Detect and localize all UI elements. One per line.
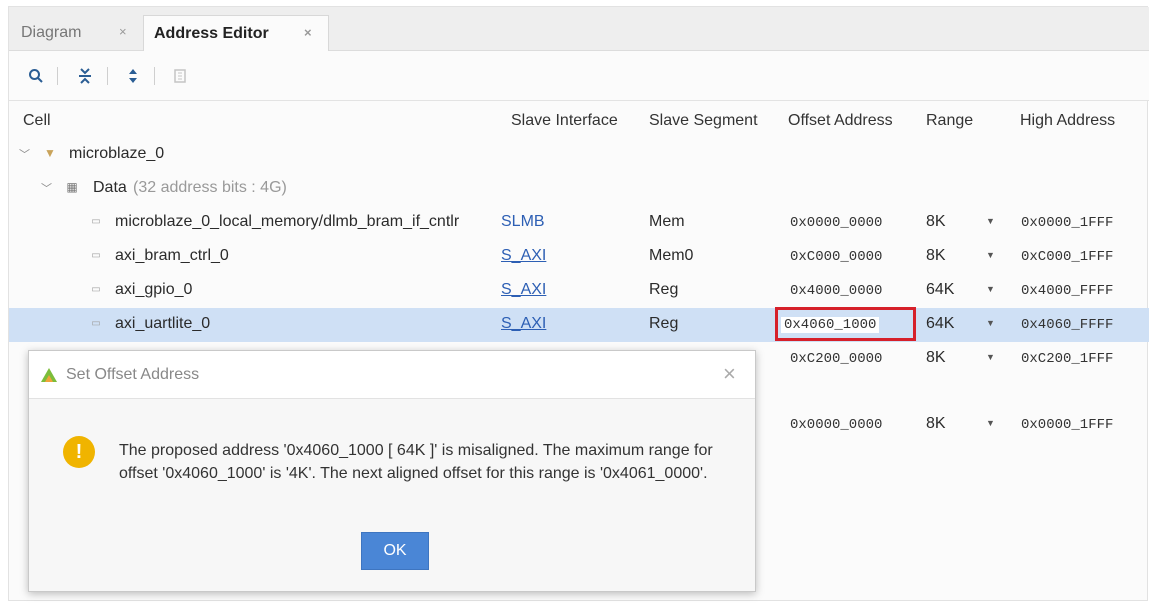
auto-assign-icon[interactable] bbox=[169, 65, 191, 87]
toolbar-separator bbox=[57, 67, 58, 85]
row-high-address: 0x0000_1FFF bbox=[1021, 417, 1114, 433]
row-cell: axi_gpio_0 bbox=[115, 281, 193, 298]
table-row-selected[interactable]: ▭ axi_uartlite_0 S_AXI Reg 0x4060_1000 6… bbox=[9, 307, 1149, 342]
row-high-address: 0xC200_1FFF bbox=[1021, 351, 1114, 367]
segment-icon: ▭ bbox=[91, 283, 101, 295]
row-slave-interface[interactable]: S_AXI bbox=[501, 281, 546, 299]
row-high-address: 0xC000_1FFF bbox=[1021, 249, 1114, 265]
tree-row-microblaze[interactable]: ﹀ ▼ microblaze_0 bbox=[9, 138, 1149, 172]
table-row[interactable]: ▭ axi_bram_ctrl_0 S_AXI Mem0 0xC000_0000… bbox=[9, 240, 1149, 274]
tab-address-editor-close-icon[interactable]: × bbox=[304, 25, 312, 40]
row-range[interactable]: 8K bbox=[926, 213, 946, 231]
row-offset-address[interactable]: 0xC200_0000 bbox=[790, 351, 882, 367]
row-cell: microblaze_0_local_memory/dlmb_bram_if_c… bbox=[115, 213, 460, 230]
toolbar-separator bbox=[107, 67, 108, 85]
expand-all-icon[interactable] bbox=[122, 65, 144, 87]
tab-diagram-close-icon[interactable]: × bbox=[119, 24, 127, 39]
row-range[interactable]: 8K bbox=[926, 349, 946, 367]
vivado-logo-icon bbox=[41, 368, 57, 382]
range-dropdown-icon[interactable]: ▼ bbox=[986, 284, 995, 294]
toolbar bbox=[9, 51, 1149, 101]
row-high-address: 0x4060_FFFF bbox=[1021, 317, 1114, 333]
column-header-cell[interactable]: Cell bbox=[23, 112, 51, 130]
column-header-slave-interface[interactable]: Slave Interface bbox=[511, 112, 618, 130]
row-slave-interface[interactable]: SLMB bbox=[501, 213, 545, 231]
row-slave-segment: Mem0 bbox=[649, 247, 694, 264]
row-range[interactable]: 8K bbox=[926, 247, 946, 265]
row-offset-address[interactable]: 0xC000_0000 bbox=[790, 249, 882, 265]
tab-bar: Diagram × Address Editor × bbox=[9, 7, 1149, 51]
processor-icon: ▼ bbox=[44, 146, 56, 160]
row-offset-address[interactable]: 0x0000_0000 bbox=[790, 215, 882, 231]
range-dropdown-icon[interactable]: ▼ bbox=[986, 318, 995, 328]
row-range[interactable]: 64K bbox=[926, 315, 954, 333]
row-high-address: 0x0000_1FFF bbox=[1021, 215, 1114, 231]
row-slave-interface[interactable]: S_AXI bbox=[501, 247, 546, 265]
collapse-all-icon[interactable] bbox=[74, 65, 96, 87]
range-dropdown-icon[interactable]: ▼ bbox=[986, 250, 995, 260]
segment-icon: ▭ bbox=[91, 317, 101, 329]
data-group-subtitle: (32 address bits : 4G) bbox=[133, 179, 287, 196]
tab-diagram-label: Diagram bbox=[21, 24, 82, 41]
tab-address-editor-label: Address Editor bbox=[154, 24, 269, 42]
toolbar-separator bbox=[154, 67, 155, 85]
warning-icon: ! bbox=[63, 436, 95, 468]
search-icon[interactable] bbox=[25, 65, 47, 87]
column-header-high-address[interactable]: High Address bbox=[1020, 112, 1115, 130]
row-slave-segment: Reg bbox=[649, 315, 679, 332]
row-range[interactable]: 8K bbox=[926, 415, 946, 433]
range-dropdown-icon[interactable]: ▼ bbox=[986, 352, 995, 362]
row-offset-address-edit[interactable]: 0x4060_1000 bbox=[781, 317, 880, 333]
dialog-message: The proposed address '0x4060_1000 [ 64K … bbox=[119, 442, 713, 482]
chevron-down-icon[interactable]: ﹀ bbox=[41, 180, 52, 196]
tab-address-editor[interactable]: Address Editor × bbox=[143, 15, 329, 51]
column-header-range[interactable]: Range bbox=[926, 112, 973, 130]
address-space-icon: ▦ bbox=[66, 180, 78, 194]
chevron-down-icon[interactable]: ﹀ bbox=[19, 146, 30, 162]
row-offset-address[interactable]: 0x0000_0000 bbox=[790, 417, 882, 433]
row-slave-interface[interactable]: S_AXI bbox=[501, 315, 546, 333]
range-dropdown-icon[interactable]: ▼ bbox=[986, 418, 995, 428]
range-dropdown-icon[interactable]: ▼ bbox=[986, 216, 995, 226]
row-offset-address[interactable]: 0x4000_0000 bbox=[790, 283, 882, 299]
dialog-title: Set Offset Address bbox=[66, 366, 200, 383]
table-header: Cell Slave Interface Slave Segment Offse… bbox=[9, 102, 1149, 138]
segment-icon: ▭ bbox=[91, 249, 101, 261]
row-cell: axi_uartlite_0 bbox=[115, 315, 211, 332]
set-offset-address-dialog: Set Offset Address × ! The proposed addr… bbox=[28, 350, 756, 592]
row-slave-segment: Reg bbox=[649, 281, 679, 298]
segment-icon: ▭ bbox=[91, 215, 101, 227]
tree-root-label: microblaze_0 bbox=[69, 145, 165, 162]
column-header-slave-segment[interactable]: Slave Segment bbox=[649, 112, 758, 130]
row-cell: axi_bram_ctrl_0 bbox=[115, 247, 229, 264]
close-icon[interactable]: × bbox=[723, 361, 736, 387]
row-high-address: 0x4000_FFFF bbox=[1021, 283, 1114, 299]
data-group-label: Data bbox=[93, 179, 127, 196]
table-row[interactable]: ▭ microblaze_0_local_memory/dlmb_bram_if… bbox=[9, 206, 1149, 240]
ok-button[interactable]: OK bbox=[361, 532, 429, 570]
tab-diagram[interactable]: Diagram × bbox=[11, 15, 143, 51]
row-range[interactable]: 64K bbox=[926, 281, 954, 299]
row-slave-segment: Mem bbox=[649, 213, 685, 230]
table-row[interactable]: ▭ axi_gpio_0 S_AXI Reg 0x4000_0000 64K ▼… bbox=[9, 274, 1149, 308]
tree-row-data-group[interactable]: ﹀ ▦ Data (32 address bits : 4G) bbox=[9, 172, 1149, 206]
dialog-title-bar[interactable]: Set Offset Address × bbox=[29, 351, 755, 399]
column-header-offset-address[interactable]: Offset Address bbox=[788, 112, 893, 130]
